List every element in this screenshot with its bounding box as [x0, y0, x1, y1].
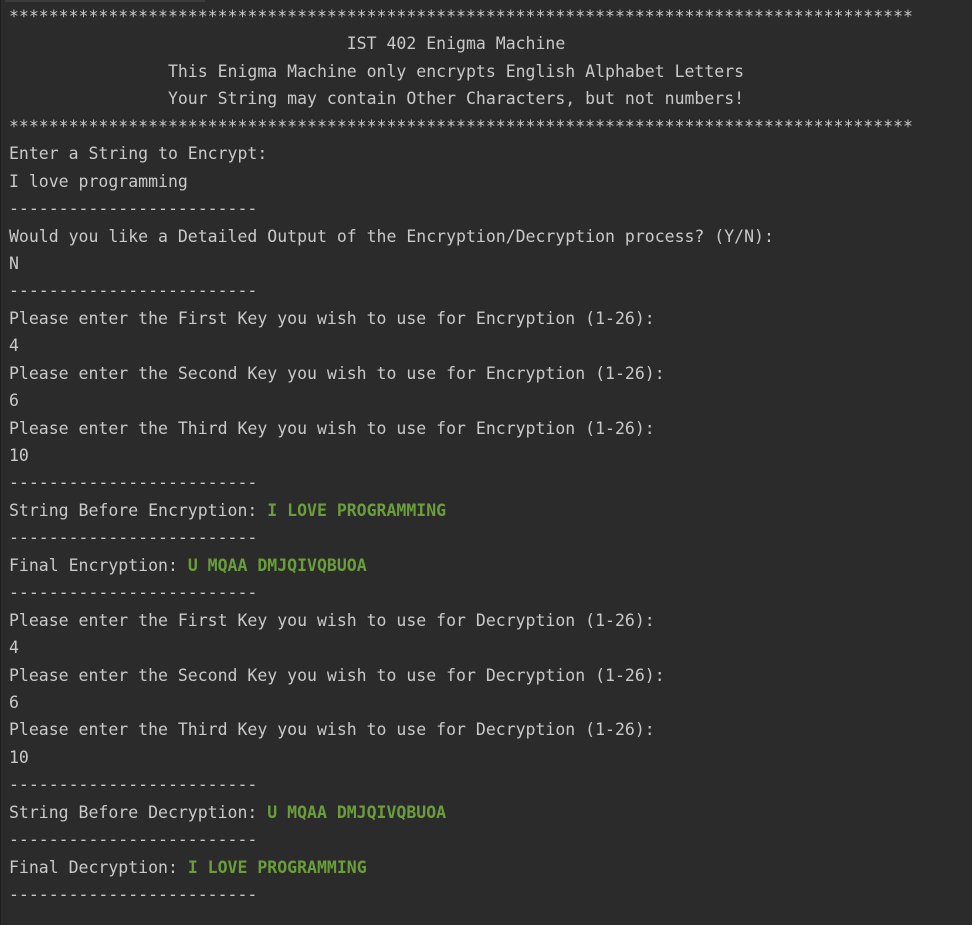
separator: -------------------------	[9, 528, 258, 548]
dec-before-label: String Before Decryption:	[9, 802, 268, 822]
top-accent-bar	[5, 0, 205, 2]
prompt-enc-key-3: Please enter the Third Key you wish to u…	[9, 418, 655, 438]
input-enc-key-1: 4	[9, 336, 19, 356]
enc-final-label: Final Encryption:	[9, 555, 188, 575]
input-dec-key-3: 10	[9, 747, 29, 767]
dec-before-line: String Before Decryption: U MQAA DMJQIVQ…	[1, 799, 972, 826]
enc-before-label: String Before Encryption:	[9, 500, 268, 520]
input-dec-key-1: 4	[9, 638, 19, 658]
prompt-dec-key-2: Please enter the Second Key you wish to …	[9, 665, 665, 685]
input-detailed: N	[9, 253, 19, 273]
enc-final-value: U MQAA DMJQIVQBUOA	[187, 555, 367, 575]
dec-before-value: U MQAA DMJQIVQBUOA	[267, 802, 447, 822]
input-dec-key-2: 6	[9, 692, 19, 712]
prompt-dec-key-1: Please enter the First Key you wish to u…	[9, 610, 655, 630]
input-string: I love programming	[9, 171, 188, 191]
prompt-enc-key-2: Please enter the Second Key you wish to …	[9, 363, 665, 383]
separator: -------------------------	[9, 473, 258, 493]
separator: -------------------------	[9, 885, 258, 904]
separator: -------------------------	[9, 775, 258, 795]
input-enc-key-2: 6	[9, 391, 19, 411]
console-output[interactable]: ****************************************…	[0, 0, 972, 925]
separator: -------------------------	[9, 583, 258, 603]
banner-line-2: Your String may contain Other Characters…	[9, 89, 745, 109]
prompt-string: Enter a String to Encrypt:	[9, 144, 268, 164]
banner-stars-bottom: ****************************************…	[9, 116, 913, 136]
enc-final-line: Final Encryption: U MQAA DMJQIVQBUOA	[1, 552, 972, 579]
banner-title: IST 402 Enigma Machine	[9, 34, 566, 54]
input-enc-key-3: 10	[9, 446, 29, 465]
prompt-enc-key-1: Please enter the First Key you wish to u…	[9, 308, 655, 328]
separator: -------------------------	[9, 281, 258, 301]
prompt-detailed: Would you like a Detailed Output of the …	[9, 226, 774, 246]
dec-final-line: Final Decryption: I LOVE PROGRAMMING	[1, 854, 972, 881]
dec-final-label: Final Decryption:	[9, 857, 188, 877]
dec-final-value: I LOVE PROGRAMMING	[187, 857, 367, 877]
separator: -------------------------	[9, 830, 258, 850]
enc-before-line: String Before Encryption: I LOVE PROGRAM…	[1, 497, 972, 524]
banner-stars-top: ****************************************…	[9, 7, 913, 26]
enc-before-value: I LOVE PROGRAMMING	[267, 500, 447, 520]
prompt-dec-key-3: Please enter the Third Key you wish to u…	[9, 720, 655, 740]
banner-line-1: This Enigma Machine only encrypts Englis…	[9, 61, 745, 81]
separator: -------------------------	[9, 199, 258, 219]
